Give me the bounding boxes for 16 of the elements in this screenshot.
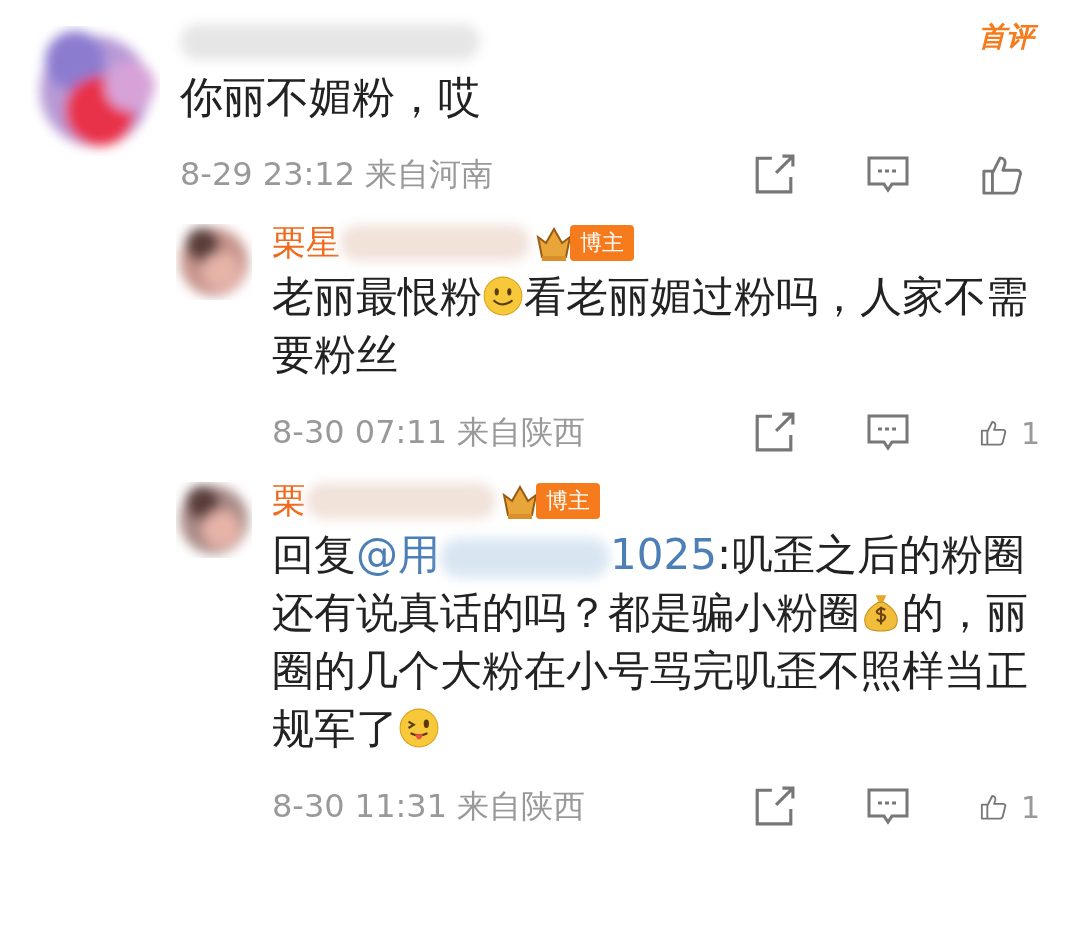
user-name[interactable]: 栗 — [272, 478, 306, 524]
smiley-icon — [482, 275, 524, 317]
like-count: 1 — [1020, 789, 1040, 825]
comment-time: 8-30 11:31 来自陕西 — [272, 786, 586, 827]
comment-text: 回复@用 1025:叽歪之后的粉圈还有说真话的吗？都是骗小粉圈 的，丽圈的几个大粉在小号骂完叽歪不照样当正规军了 — [272, 529, 1029, 755]
like-count: 1 — [1020, 415, 1040, 451]
blogger-badge: 博主 — [536, 483, 600, 519]
winking-tongue-icon — [398, 707, 440, 749]
first-comment-label: 首评 — [972, 17, 1040, 57]
thumbs-up-icon[interactable] — [980, 154, 1024, 196]
comment-text: 你丽不媚粉，哎 — [180, 71, 482, 124]
blogger-badge: 博主 — [570, 225, 634, 261]
comment-time: 8-30 07:11 来自陕西 — [272, 412, 586, 453]
comment-time: 8-29 23:12 来自河南 — [180, 154, 494, 195]
comment-text: 老丽最恨粉 看老丽媚过粉吗，人家不需要粉丝 — [272, 271, 1029, 381]
user-name[interactable]: 栗星 — [272, 220, 340, 266]
